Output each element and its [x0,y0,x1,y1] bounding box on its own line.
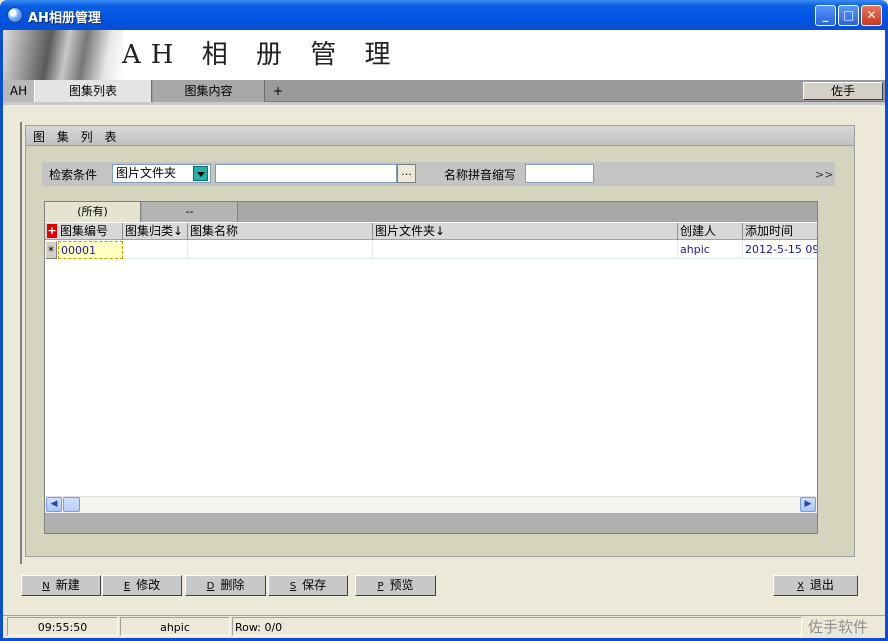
close-button[interactable]: ✕ [861,5,882,26]
save-button[interactable]: S 保存 [268,575,348,596]
tab-album-list[interactable]: 图集列表 [34,80,152,102]
preview-shortcut: P [377,581,384,592]
delete-button[interactable]: D 删除 [185,575,266,596]
title-bar[interactable] [0,0,888,30]
cell-album-id[interactable]: 00001 [58,241,123,259]
tab-album-content[interactable]: 图集内容 [153,80,265,102]
cell-added-time[interactable]: 2012-5-15 09:5 [743,241,817,259]
new-label: 新建 [55,578,80,592]
row-selector[interactable]: * [45,241,57,259]
col-header-folder[interactable]: 图片文件夹↓ [373,223,678,240]
pinyin-input[interactable] [525,164,594,183]
left-divider [20,122,22,564]
new-shortcut: N [42,581,50,592]
add-tab-button[interactable]: + [266,80,290,102]
search-criteria-label: 检索条件 [49,168,98,182]
pinyin-label: 名称拼音缩写 [444,168,517,182]
app-globe-icon [7,7,23,23]
edit-label: 修改 [136,578,161,592]
status-time: 09:55:50 [7,617,118,636]
cell-creator[interactable]: ahpic [678,241,743,259]
scroll-left-icon[interactable]: ◀ [46,497,62,512]
window-title: AH相册管理 [28,11,101,26]
cell-album-name[interactable] [188,241,373,259]
col-header-added-time[interactable]: 添加时间 [743,223,817,240]
delete-shortcut: D [206,581,215,592]
status-user: ahpic [120,617,230,636]
new-button[interactable]: N 新建 [21,575,101,596]
banner-image [3,30,123,80]
scroll-thumb[interactable] [63,497,80,512]
search-input[interactable] [215,164,397,183]
preview-label: 预览 [389,578,414,592]
preview-button[interactable]: P 预览 [355,575,436,596]
expand-search-button[interactable]: >> [815,168,833,181]
grid-tab-all[interactable]: (所有) [45,202,141,222]
brand-label: 佐手软件 [808,618,869,636]
dropdown-arrow-icon[interactable] [193,166,208,181]
add-row-icon[interactable]: + [47,224,57,238]
cell-folder[interactable] [373,241,678,259]
scroll-right-icon[interactable]: ▶ [800,497,816,512]
delete-label: 删除 [220,578,245,592]
horizontal-scrollbar[interactable] [45,496,817,513]
status-row-count: Row: 0/0 [232,617,802,636]
panel-title: 图 集 列 表 [33,130,121,144]
maximize-button[interactable]: □ [838,5,859,26]
app-heading: AH 相 册 管 理 [122,40,401,70]
col-header-creator[interactable]: 创建人 [678,223,743,240]
col-header-album-id[interactable]: 图集编号 [58,223,123,240]
panel-header [26,126,854,146]
col-header-category[interactable]: 图集归类↓ [123,223,188,240]
col-header-album-name[interactable]: 图集名称 [188,223,373,240]
cell-category[interactable] [123,241,188,259]
edit-button[interactable]: E 修改 [102,575,182,596]
exit-label: 退出 [809,578,834,592]
edit-shortcut: E [123,581,131,592]
save-shortcut: S [289,581,297,592]
tab-ah[interactable]: AH [3,80,34,102]
save-label: 保存 [302,578,327,592]
grid-tab-other[interactable]: -- [142,202,238,222]
helper-button[interactable]: 佐手 [803,82,883,100]
minimize-button[interactable]: _ [815,5,836,26]
exit-shortcut: X [797,581,804,592]
grid-footer [45,513,817,533]
browse-button[interactable]: ... [397,164,416,183]
exit-button[interactable]: X 退出 [773,575,858,596]
